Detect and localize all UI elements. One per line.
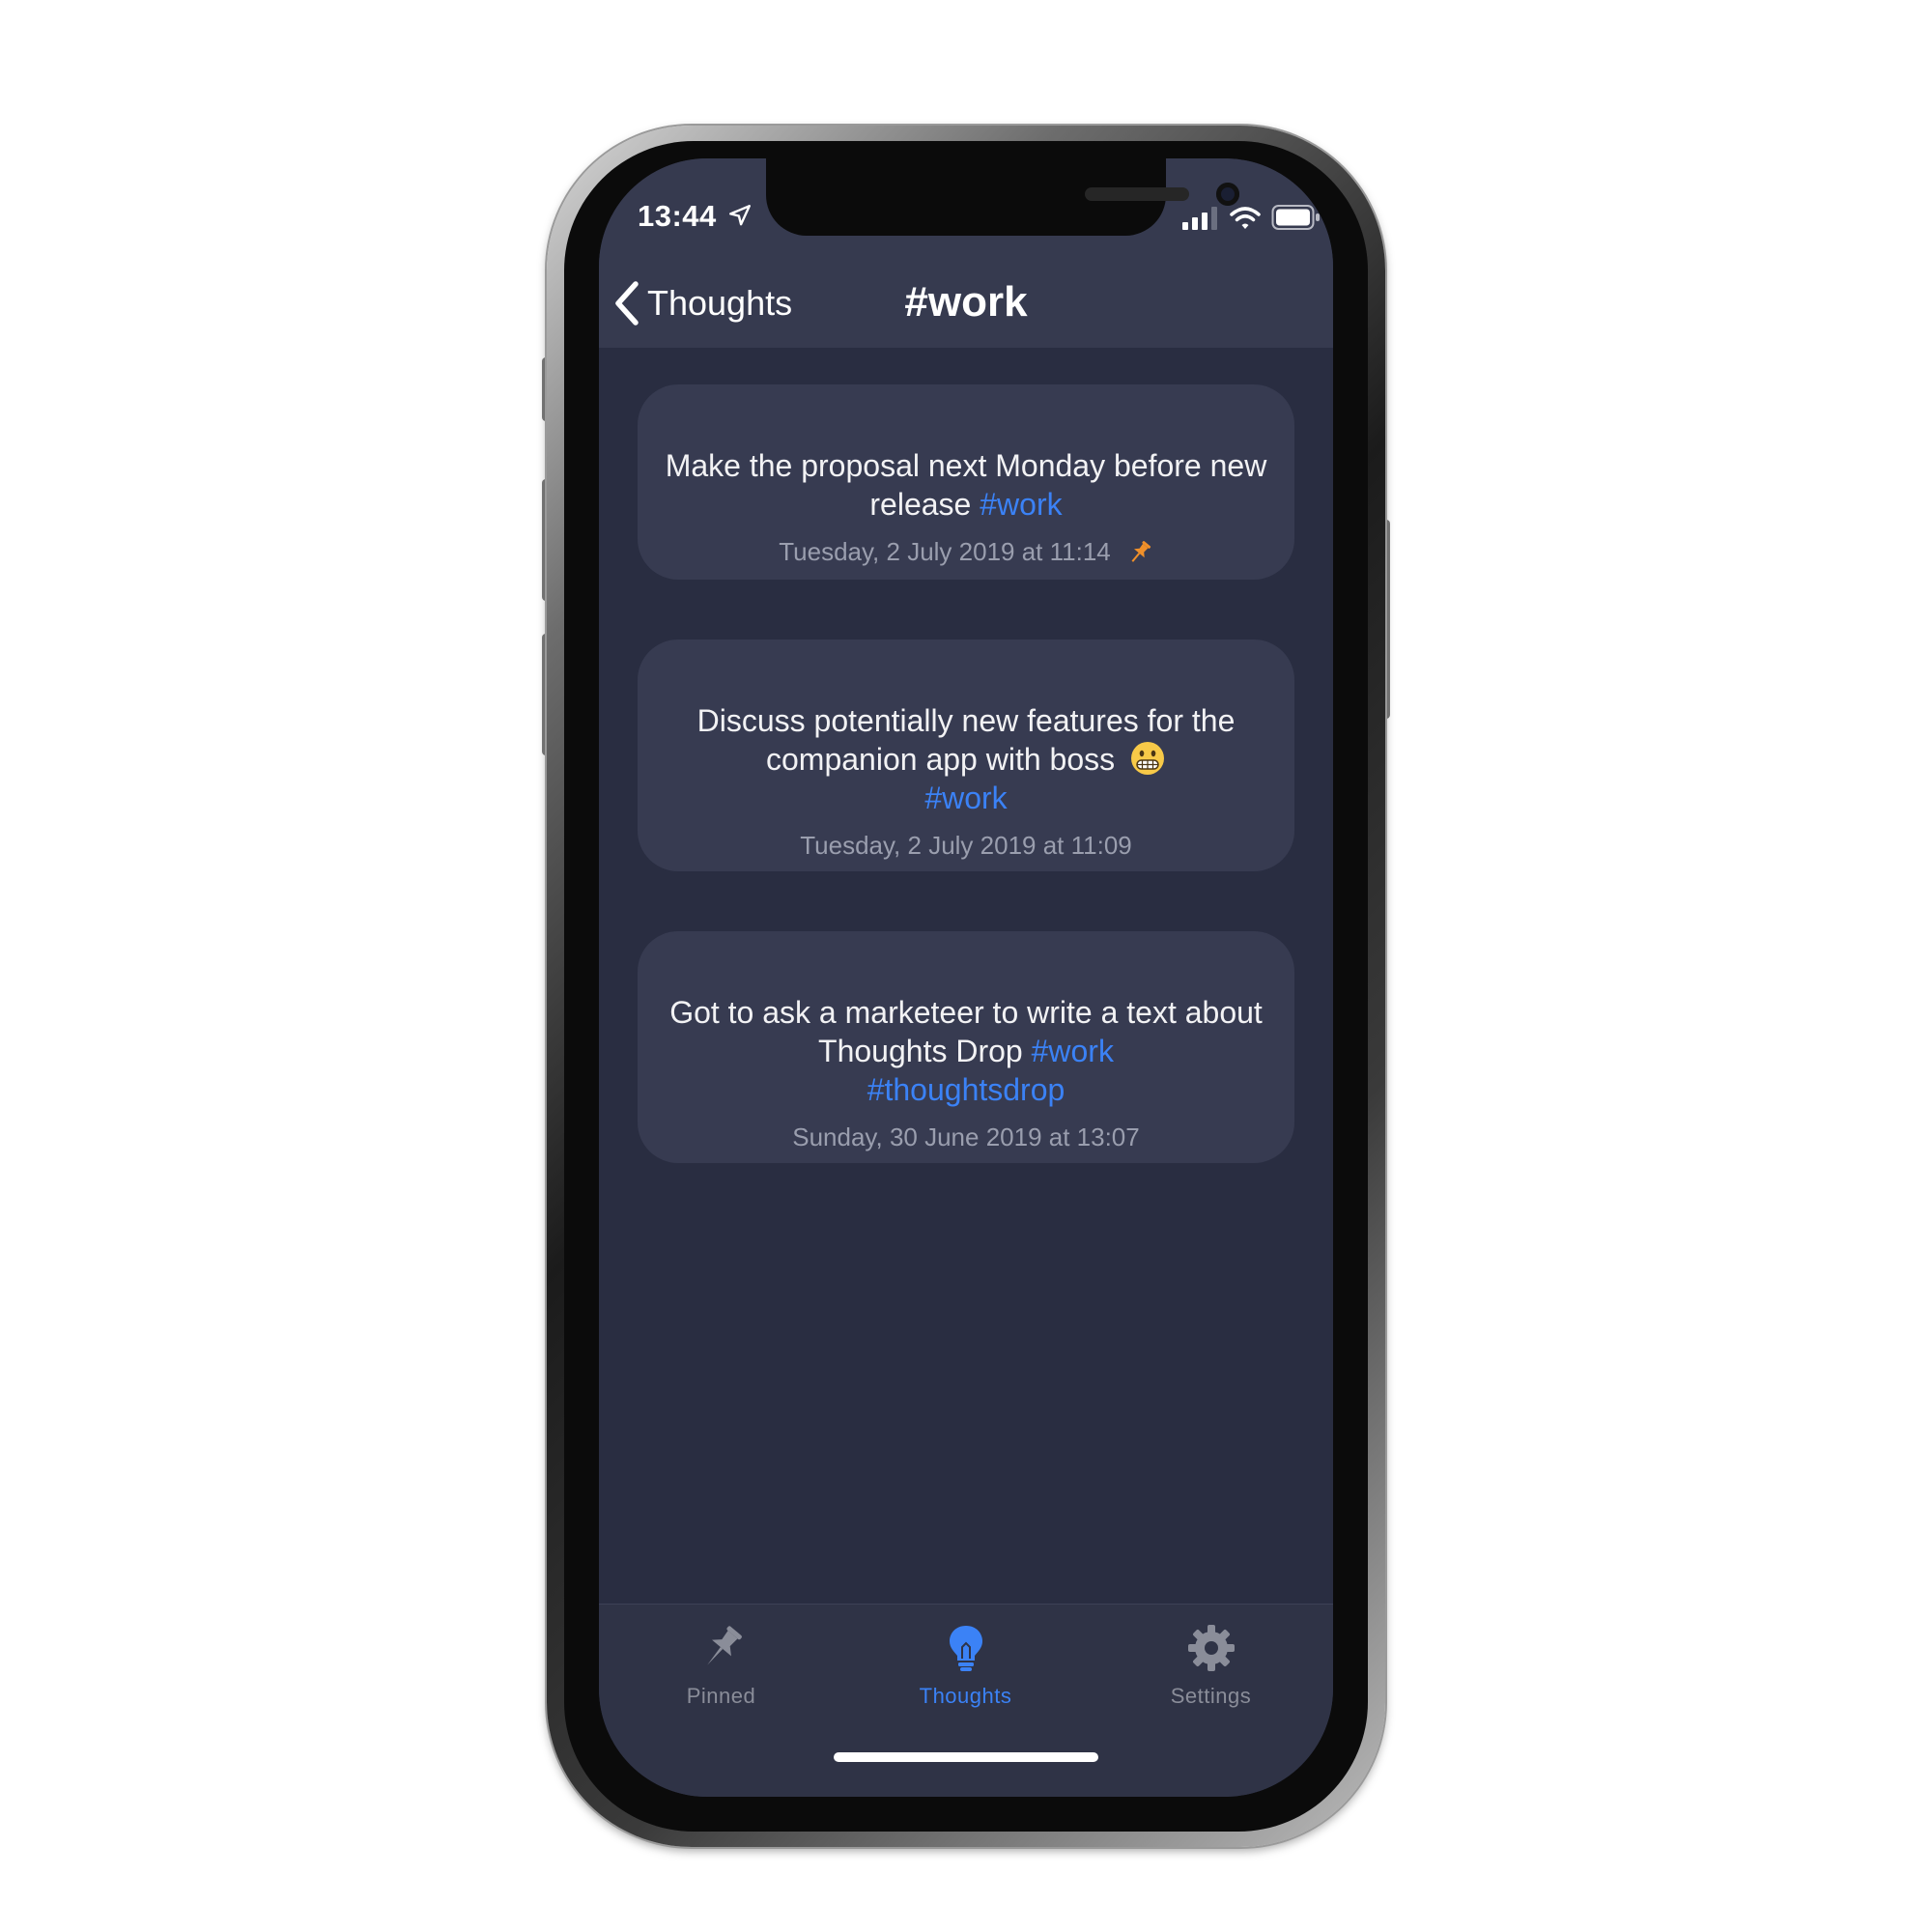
phone-screen: 13:44 Thoughts #work Make the proposal n…: [599, 158, 1333, 1797]
pin-icon: [706, 1626, 742, 1665]
tab-bar: Pinned Thoughts Settings: [599, 1604, 1333, 1797]
tab-settings[interactable]: Settings: [1089, 1605, 1333, 1730]
page-title: #work: [904, 278, 1028, 326]
earpiece-speaker: [1085, 187, 1189, 201]
front-camera: [1216, 183, 1239, 206]
tab-thoughts[interactable]: Thoughts: [843, 1605, 1088, 1730]
pin-icon: [1131, 540, 1151, 562]
cellular-signal-icon: [1182, 207, 1217, 230]
tab-settings-label: Settings: [1170, 1684, 1252, 1708]
thought-meta: Tuesday, 2 July 2019 at 11:09: [638, 831, 1294, 861]
home-indicator[interactable]: [834, 1752, 1098, 1762]
wifi-icon: [1230, 207, 1261, 229]
tab-pinned[interactable]: Pinned: [599, 1605, 843, 1730]
stage: 13:44 Thoughts #work Make the proposal n…: [0, 0, 1932, 1932]
hashtag-link[interactable]: #thoughtsdrop: [867, 1072, 1065, 1107]
thought-text: Got to ask a marketeer to write a text a…: [638, 993, 1294, 1109]
grimacing-face-icon: [1131, 742, 1164, 775]
thought-card[interactable]: Got to ask a marketeer to write a text a…: [638, 931, 1294, 1163]
hashtag-link[interactable]: #work: [1032, 1034, 1114, 1068]
thought-text: Discuss potentially new features for the…: [638, 701, 1294, 817]
battery-icon: [1271, 205, 1320, 230]
thought-timestamp: Tuesday, 2 July 2019 at 11:09: [800, 831, 1132, 860]
thought-text: Make the proposal next Monday before new…: [638, 446, 1294, 524]
thought-meta: Tuesday, 2 July 2019 at 11:14: [638, 537, 1294, 567]
thought-body: Got to ask a marketeer to write a text a…: [669, 995, 1263, 1068]
thought-body: Make the proposal next Monday before new…: [665, 448, 1267, 522]
thought-timestamp: Tuesday, 2 July 2019 at 11:14: [779, 537, 1111, 566]
status-time: 13:44: [638, 199, 717, 233]
gear-icon: [1187, 1625, 1235, 1671]
navigation-header: 13:44 Thoughts #work: [599, 158, 1333, 348]
tab-thoughts-label: Thoughts: [919, 1684, 1012, 1708]
lightbulb-icon: [949, 1626, 982, 1671]
tab-pinned-label: Pinned: [686, 1684, 756, 1708]
hashtag-link[interactable]: #work: [980, 487, 1062, 522]
notch: [766, 158, 1239, 236]
thought-timestamp: Sunday, 30 June 2019 at 13:07: [792, 1122, 1140, 1151]
hashtag-link[interactable]: #work: [924, 781, 1007, 815]
thought-card[interactable]: Make the proposal next Monday before new…: [638, 384, 1294, 580]
location-arrow-icon: [729, 205, 751, 226]
thought-meta: Sunday, 30 June 2019 at 13:07: [638, 1122, 1294, 1152]
thought-card[interactable]: Discuss potentially new features for the…: [638, 639, 1294, 871]
